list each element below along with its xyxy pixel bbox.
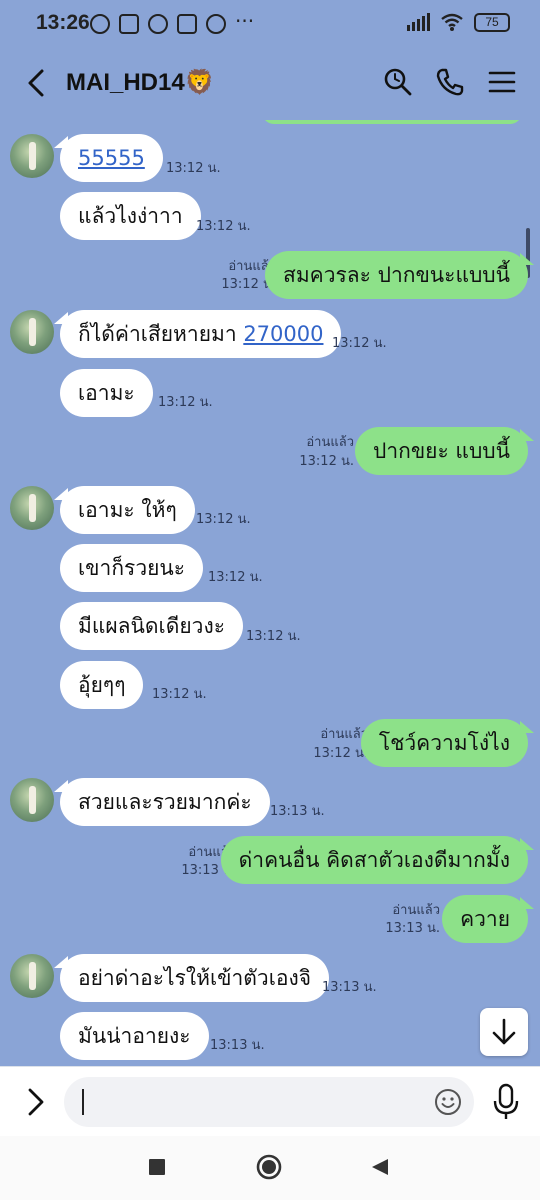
message-time: 13:12 น. (166, 161, 221, 176)
message-time: 13:13 น. (270, 804, 325, 819)
search-icon[interactable] (382, 66, 414, 98)
message-time: 13:13 น. (322, 980, 377, 995)
avatar[interactable] (10, 778, 54, 822)
arrow-down-icon (492, 1018, 516, 1045)
battery-icon: 75 (474, 12, 510, 32)
text-caret (82, 1089, 84, 1115)
message-bubble-incoming[interactable]: 55555 (54, 134, 163, 182)
message-bubble-outgoing[interactable]: ด่าคนอื่น คิดสาตัวเองดีมากมั้ง (220, 836, 535, 884)
message-bubble-incoming[interactable]: เอามะ ให้ๆ (54, 486, 195, 534)
read-receipt: อ่านแล้ว (306, 435, 354, 450)
signal-icon (407, 13, 430, 31)
chat-area[interactable]: 55555 13:12 น. แล้วไงง่าาา 13:12 น. อ่าน… (0, 120, 540, 1066)
back-nav-icon[interactable] (370, 1157, 390, 1177)
message-bubble-incoming[interactable]: สวยและรวยมากค่ะ (54, 778, 270, 826)
menu-icon[interactable] (486, 66, 518, 98)
message-time: 13:12 น. (313, 746, 368, 761)
message-input[interactable] (64, 1077, 474, 1127)
message-link[interactable]: 270000 (243, 322, 323, 346)
message-bubble-outgoing[interactable]: สมควรละ ปากขนะแบบนี้ (265, 251, 534, 299)
status-time: 13:26 (36, 11, 90, 34)
message-link[interactable]: 55555 (78, 146, 145, 170)
alarm-icon (90, 14, 110, 34)
more-icon: ··· (235, 9, 255, 33)
message-bubble-incoming[interactable]: มันน่าอายงะ (60, 1012, 209, 1060)
game-icon (177, 14, 197, 34)
message-bubble-incoming[interactable]: เอามะ (60, 369, 153, 417)
message-bubble-incoming[interactable]: ก็ได้ค่าเสียหายมา 270000 (53, 310, 342, 358)
previous-message-bubble (262, 120, 522, 124)
emoji-icon[interactable] (434, 1088, 462, 1116)
message-time: 13:12 น. (196, 219, 251, 234)
message-text: ปากขยะ แบบนี้ (372, 439, 510, 463)
status-bar: 13:26 ··· 75 (0, 0, 540, 46)
message-time: 13:12 น. (246, 629, 301, 644)
message-text: โชว์ความโง่ไง (378, 731, 510, 755)
mic-icon[interactable] (492, 1083, 520, 1121)
message-time: 13:12 น. (332, 336, 387, 351)
message-bubble-incoming[interactable]: มีแผลนิดเดียวงะ (60, 602, 243, 650)
avatar[interactable] (10, 486, 54, 530)
message-text: ด่าคนอื่น คิดสาตัวเองดีมากมั้ง (238, 848, 510, 872)
message-text: สวยและรวยมากค่ะ (78, 790, 252, 814)
system-navigation-bar (0, 1136, 540, 1200)
message-time: 13:12 น. (196, 512, 251, 527)
back-icon[interactable] (22, 66, 52, 100)
message-text: อย่าด่าอะไรให้เข้าตัวเองจิ (78, 966, 312, 990)
message-text: แล้วไงง่าาา (78, 204, 183, 228)
message-bubble-incoming[interactable]: อุ้ยๆๆ (60, 661, 144, 709)
wifi-icon (441, 13, 463, 31)
message-bubble-incoming[interactable]: อย่าด่าอะไรให้เข้าตัวเองจิ (53, 954, 330, 1002)
phone-icon[interactable] (434, 66, 466, 98)
message-text: มันน่าอายงะ (78, 1024, 191, 1048)
headset-icon (119, 14, 139, 34)
avatar[interactable] (10, 310, 54, 354)
message-bubble-incoming[interactable]: แล้วไงง่าาา (60, 192, 201, 240)
read-receipt: อ่านแล้ว (392, 903, 440, 918)
message-text: เขาก็รวยนะ (78, 556, 186, 580)
home-icon[interactable] (256, 1154, 282, 1180)
message-time: 13:12 น. (152, 687, 207, 702)
scroll-to-bottom-button[interactable] (480, 1008, 528, 1056)
message-time: 13:12 น. (208, 570, 263, 585)
line-icon (148, 14, 168, 34)
avatar[interactable] (10, 954, 54, 998)
message-bubble-outgoing[interactable]: ควาย (442, 895, 534, 943)
message-bubble-outgoing[interactable]: ปากขยะ แบบนี้ (354, 427, 535, 475)
messenger-icon (206, 14, 226, 34)
message-time: 13:13 น. (385, 921, 440, 936)
message-time: 13:12 น. (158, 395, 213, 410)
message-text: สมควรละ ปากขนะแบบนี้ (283, 263, 510, 287)
message-text: เอามะ ให้ๆ (78, 498, 177, 522)
message-text: เอามะ (78, 381, 135, 405)
message-text: ควาย (460, 907, 510, 931)
message-text: อุ้ยๆๆ (78, 673, 126, 697)
message-time: 13:13 น. (210, 1038, 265, 1053)
expand-icon[interactable] (20, 1085, 50, 1119)
message-text: ก็ได้ค่าเสียหายมา (78, 322, 244, 346)
message-text: มีแผลนิดเดียวงะ (78, 614, 225, 638)
chat-header: MAI_HD14🦁 (0, 46, 540, 120)
chat-title[interactable]: MAI_HD14🦁 (66, 68, 215, 97)
message-bubble-outgoing[interactable]: โชว์ความโง่ไง (360, 719, 535, 767)
status-system-icons: 75 (407, 12, 510, 32)
message-time: 13:12 น. (299, 454, 354, 469)
recents-icon[interactable] (148, 1158, 166, 1176)
message-input-bar (0, 1066, 540, 1136)
avatar[interactable] (10, 134, 54, 178)
status-notification-icons: ··· (90, 9, 261, 34)
message-bubble-incoming[interactable]: เขาก็รวยนะ (60, 544, 204, 592)
